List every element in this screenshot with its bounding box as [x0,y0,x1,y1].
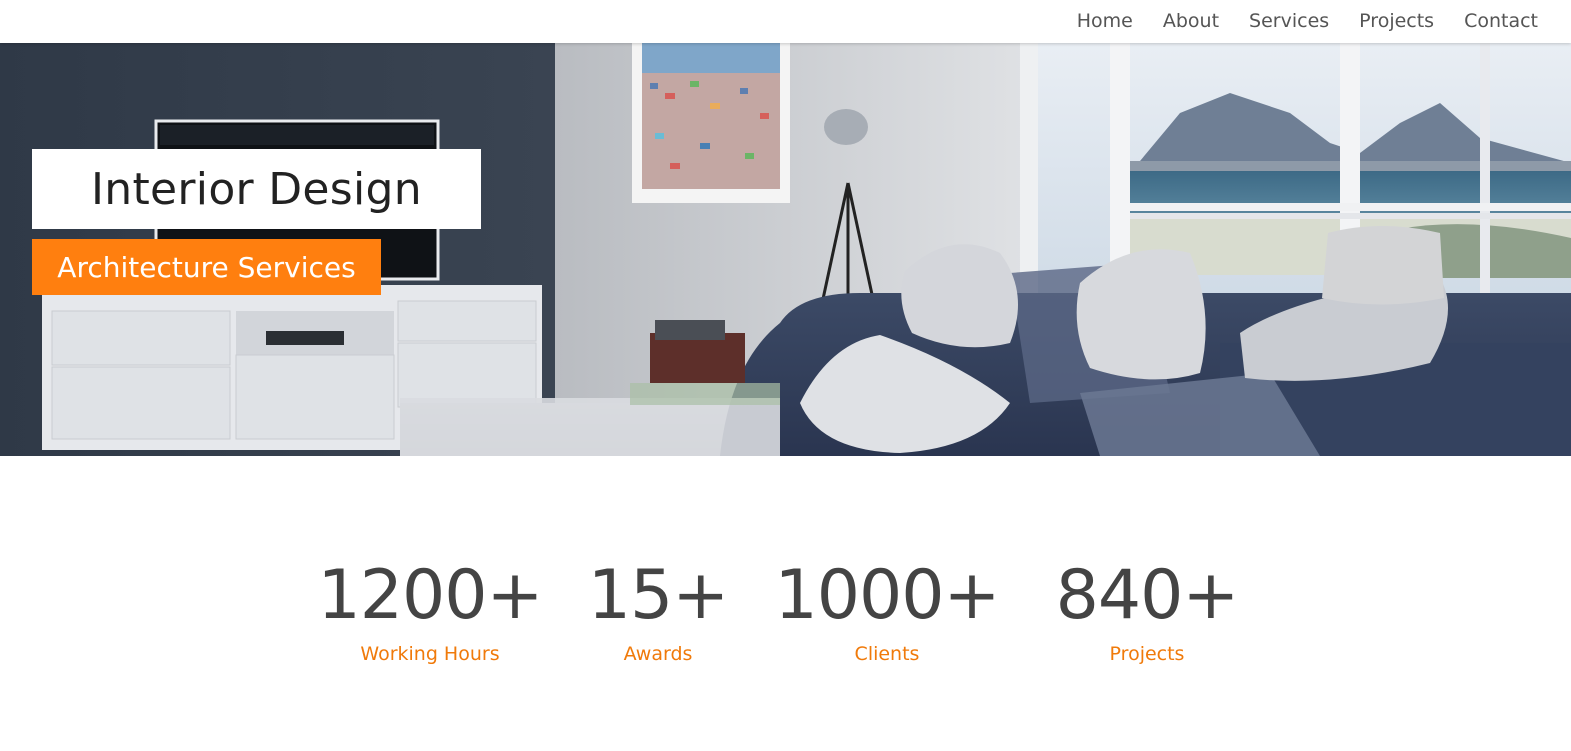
stat-number: 1000+ [774,556,1000,635]
stat-working-hours: 1200+ Working Hours [317,556,543,666]
stat-number: 1200+ [317,556,543,635]
stat-number: 15+ [587,556,730,635]
stat-projects: 840+ Projects [1055,556,1240,666]
stat-label: Clients [854,643,920,665]
nav-services-link[interactable]: Services [1249,0,1329,43]
nav-menu: Home About Services Projects Contact [1077,0,1538,43]
stat-awards: 15+ Awards [587,556,730,666]
stat-label: Working Hours [360,643,500,665]
stat-number: 840+ [1055,556,1240,635]
nav-contact-link[interactable]: Contact [1464,0,1538,43]
top-navbar: Home About Services Projects Contact [0,0,1571,43]
stat-clients: 1000+ Clients [774,556,1000,666]
hero-subtitle-box: Architecture Services [32,239,381,295]
stat-label: Projects [1109,643,1185,665]
hero-title: Interior Design [91,163,422,215]
stats-section: 1200+ Working Hours 15+ Awards 1000+ Cli… [0,556,1571,676]
nav-home-link[interactable]: Home [1077,0,1133,43]
hero-banner: Interior Design Architecture Services [0,43,1571,456]
nav-projects-link[interactable]: Projects [1359,0,1434,43]
stat-label: Awards [623,643,693,665]
hero-subtitle: Architecture Services [57,250,356,284]
nav-about-link[interactable]: About [1163,0,1219,43]
hero-title-box: Interior Design [32,149,481,229]
